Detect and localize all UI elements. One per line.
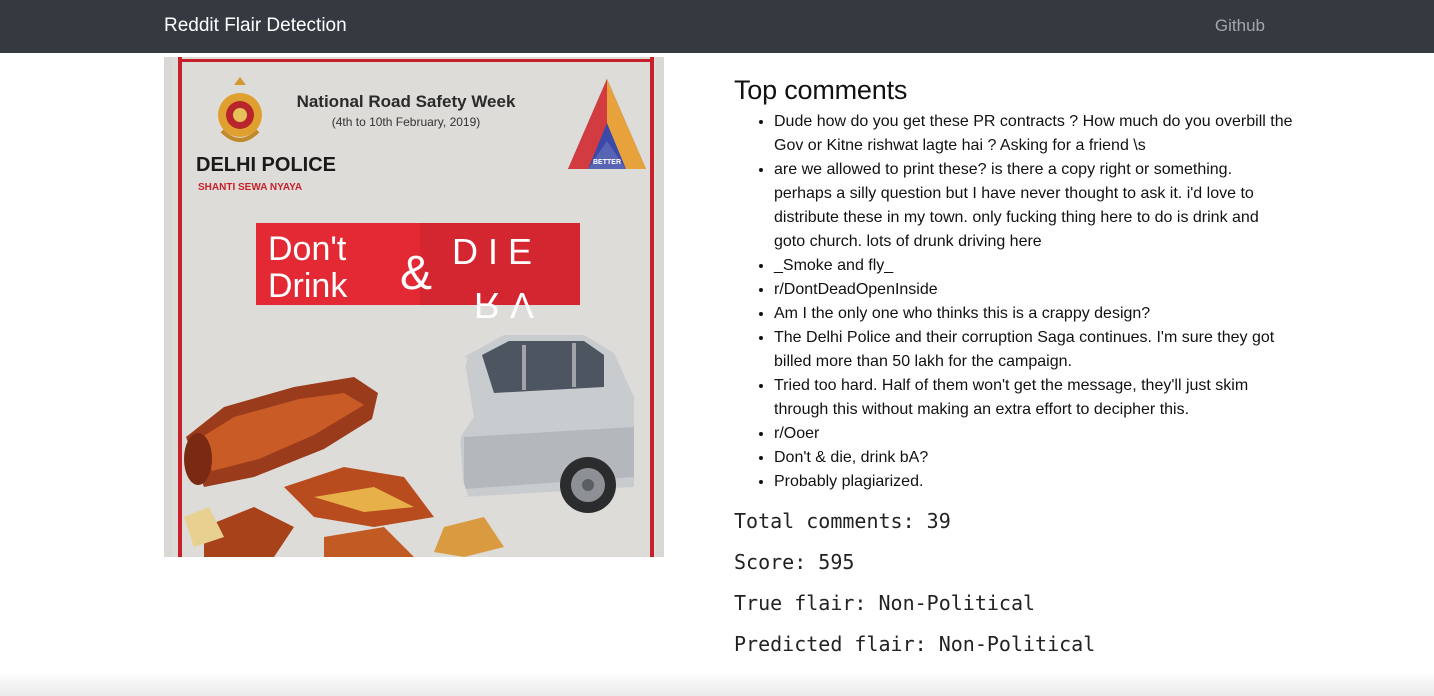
total-comments-stat: Total comments: 39: [734, 509, 951, 533]
github-link[interactable]: Github: [1215, 16, 1265, 36]
list-item: Tried too hard. Half of them won't get t…: [774, 374, 1294, 422]
list-item: Probably plagiarized.: [774, 470, 1294, 494]
car-icon: [447, 335, 634, 513]
list-item: r/DontDeadOpenInside: [774, 278, 1294, 302]
predicted-flair-stat: Predicted flair: Non-Political: [734, 632, 1096, 656]
triangle-bottom-text: BETTER: [593, 159, 621, 166]
logo-name: DELHI POLICE: [196, 154, 336, 176]
banner-amp: &: [400, 247, 432, 300]
list-item: Am I the only one who thinks this is a c…: [774, 302, 1294, 326]
poster-header-title: National Road Safety Week: [297, 92, 516, 111]
navbar-brand[interactable]: Reddit Flair Detection: [164, 14, 347, 38]
list-item: _Smoke and fly_: [774, 254, 1294, 278]
top-comments-section: Top comments Dude how do you get these P…: [734, 72, 1294, 494]
score-stat: Score: 595: [734, 550, 855, 574]
navbar: Reddit Flair Detection Github: [0, 0, 1434, 53]
bottom-shadow: [0, 672, 1434, 696]
list-item: The Delhi Police and their corruption Sa…: [774, 326, 1294, 374]
top-comments-heading: Top comments: [734, 75, 908, 105]
list-item: Dude how do you get these PR contracts ?…: [774, 110, 1294, 158]
poster-graphic: DELHI POLICE SHANTI SEWA NYAYA National …: [164, 57, 664, 557]
banner-drive: D I E: [452, 231, 532, 272]
list-item: are we allowed to print these? is there …: [774, 158, 1294, 254]
list-item: Don't & die, drink bA?: [774, 446, 1294, 470]
banner-drive-flipped: R V: [474, 285, 534, 326]
poster-header-dates: (4th to 10th February, 2019): [332, 115, 481, 129]
banner-line2: Drink: [268, 267, 348, 305]
post-stats: Total comments: 39 Score: 595 True flair…: [734, 507, 1095, 671]
true-flair-stat: True flair: Non-Political: [734, 591, 1036, 615]
comments-list: Dude how do you get these PR contracts ?…: [734, 110, 1294, 494]
list-item: r/Ooer: [774, 422, 1294, 446]
logo-motto: SHANTI SEWA NYAYA: [198, 182, 302, 193]
banner-line1: Don't: [268, 230, 347, 268]
post-image: DELHI POLICE SHANTI SEWA NYAYA National …: [164, 57, 664, 557]
